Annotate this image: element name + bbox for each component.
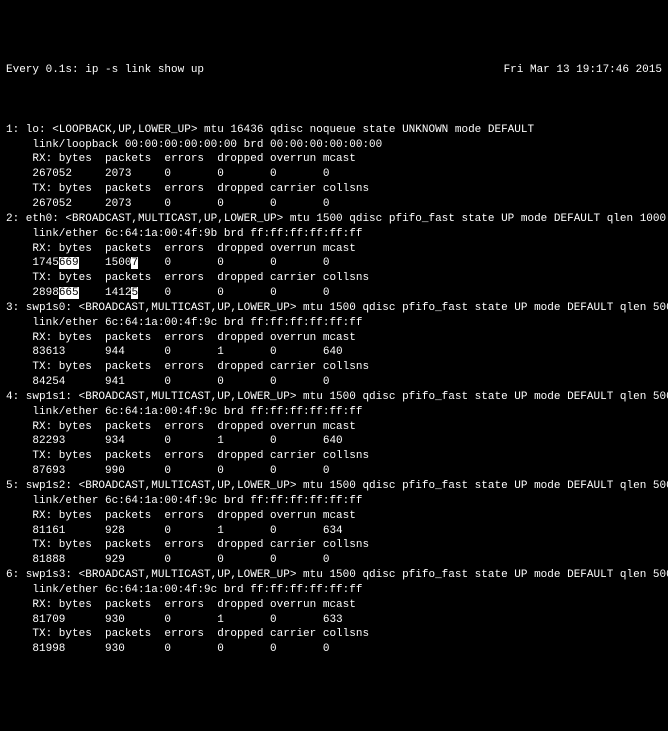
value-text: 1745 <box>6 257 59 269</box>
interface-block: 3: swp1s0: <BROADCAST,MULTICAST,UP,LOWER… <box>6 301 662 390</box>
value-text: 0 0 0 0 <box>138 257 329 269</box>
rx-values: 81161 928 0 1 0 634 <box>6 524 662 539</box>
rx-header: RX: bytes packets errors dropped overrun… <box>6 152 662 167</box>
interface-block: 4: swp1s1: <BROADCAST,MULTICAST,UP,LOWER… <box>6 390 662 479</box>
tx-header: TX: bytes packets errors dropped carrier… <box>6 449 662 464</box>
iface-link-line: link/ether 6c:64:1a:00:4f:9b brd ff:ff:f… <box>6 227 662 242</box>
iface-header-line: 5: swp1s2: <BROADCAST,MULTICAST,UP,LOWER… <box>6 479 662 494</box>
rx-values: 83613 944 0 1 0 640 <box>6 345 662 360</box>
rx-values: 82293 934 0 1 0 640 <box>6 434 662 449</box>
changed-digits: 669 <box>59 257 79 269</box>
rx-header: RX: bytes packets errors dropped overrun… <box>6 420 662 435</box>
interface-block: 2: eth0: <BROADCAST,MULTICAST,UP,LOWER_U… <box>6 212 662 301</box>
iface-header-line: 1: lo: <LOOPBACK,UP,LOWER_UP> mtu 16436 … <box>6 123 662 138</box>
iface-header-line: 3: swp1s0: <BROADCAST,MULTICAST,UP,LOWER… <box>6 301 662 316</box>
tx-header: TX: bytes packets errors dropped carrier… <box>6 271 662 286</box>
terminal-output: 1: lo: <LOOPBACK,UP,LOWER_UP> mtu 16436 … <box>6 123 662 657</box>
tx-values: 81998 930 0 0 0 0 <box>6 642 662 657</box>
rx-header: RX: bytes packets errors dropped overrun… <box>6 509 662 524</box>
watch-command: Every 0.1s: ip -s link show up <box>6 63 204 78</box>
watch-timestamp: Fri Mar 13 19:17:46 2015 <box>504 63 662 78</box>
interface-block: 5: swp1s2: <BROADCAST,MULTICAST,UP,LOWER… <box>6 479 662 568</box>
tx-values: 84254 941 0 0 0 0 <box>6 375 662 390</box>
iface-header-line: 2: eth0: <BROADCAST,MULTICAST,UP,LOWER_U… <box>6 212 662 227</box>
tx-header: TX: bytes packets errors dropped carrier… <box>6 182 662 197</box>
changed-digits: 665 <box>59 287 79 299</box>
iface-link-line: link/ether 6c:64:1a:00:4f:9c brd ff:ff:f… <box>6 494 662 509</box>
rx-values: 267052 2073 0 0 0 0 <box>6 167 662 182</box>
tx-header: TX: bytes packets errors dropped carrier… <box>6 360 662 375</box>
value-text: 2898 <box>6 287 59 299</box>
interface-block: 1: lo: <LOOPBACK,UP,LOWER_UP> mtu 16436 … <box>6 123 662 212</box>
iface-link-line: link/ether 6c:64:1a:00:4f:9c brd ff:ff:f… <box>6 316 662 331</box>
blank-line <box>6 93 662 108</box>
tx-values: 87693 990 0 0 0 0 <box>6 464 662 479</box>
iface-link-line: link/ether 6c:64:1a:00:4f:9c brd ff:ff:f… <box>6 405 662 420</box>
value-text: 1500 <box>79 257 132 269</box>
tx-header: TX: bytes packets errors dropped carrier… <box>6 538 662 553</box>
value-text: 0 0 0 0 <box>138 287 329 299</box>
rx-header: RX: bytes packets errors dropped overrun… <box>6 242 662 257</box>
tx-header: TX: bytes packets errors dropped carrier… <box>6 627 662 642</box>
iface-link-line: link/loopback 00:00:00:00:00:00 brd 00:0… <box>6 138 662 153</box>
iface-header-line: 4: swp1s1: <BROADCAST,MULTICAST,UP,LOWER… <box>6 390 662 405</box>
rx-values: 1745669 15007 0 0 0 0 <box>6 256 662 271</box>
rx-header: RX: bytes packets errors dropped overrun… <box>6 598 662 613</box>
iface-link-line: link/ether 6c:64:1a:00:4f:9c brd ff:ff:f… <box>6 583 662 598</box>
interface-block: 6: swp1s3: <BROADCAST,MULTICAST,UP,LOWER… <box>6 568 662 657</box>
tx-values: 267052 2073 0 0 0 0 <box>6 197 662 212</box>
tx-values: 2898665 14125 0 0 0 0 <box>6 286 662 301</box>
rx-header: RX: bytes packets errors dropped overrun… <box>6 331 662 346</box>
iface-header-line: 6: swp1s3: <BROADCAST,MULTICAST,UP,LOWER… <box>6 568 662 583</box>
tx-values: 81888 929 0 0 0 0 <box>6 553 662 568</box>
rx-values: 81709 930 0 1 0 633 <box>6 613 662 628</box>
value-text: 1412 <box>79 287 132 299</box>
watch-header: Every 0.1s: ip -s link show up Fri Mar 1… <box>6 63 662 78</box>
